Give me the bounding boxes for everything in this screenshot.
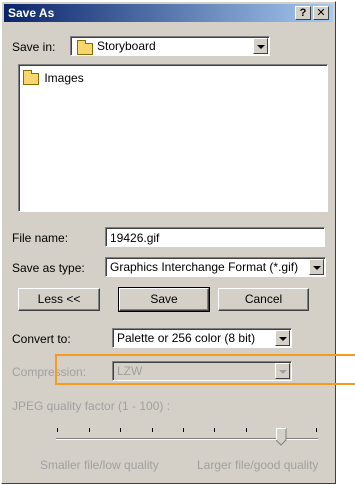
save-in-value: Storyboard: [97, 39, 156, 53]
cancel-button[interactable]: Cancel: [218, 288, 309, 311]
save-as-type-dropdown[interactable]: Graphics Interchange Format (*.gif): [105, 257, 326, 277]
slider-tick: [57, 428, 58, 432]
save-as-type-label: Save as type:: [12, 261, 85, 275]
convert-to-dropdown[interactable]: Palette or 256 color (8 bit): [112, 328, 292, 348]
file-name-label: File name:: [12, 231, 69, 245]
chevron-down-icon[interactable]: [253, 38, 268, 54]
file-list[interactable]: Images: [18, 64, 328, 212]
convert-to-label: Convert to:: [12, 332, 71, 346]
window-title: Save As: [8, 6, 55, 20]
list-item[interactable]: Images: [23, 69, 84, 85]
save-in-label: Save in:: [12, 40, 56, 54]
chevron-down-icon[interactable]: [309, 259, 324, 275]
slider-tick: [214, 428, 215, 432]
file-name-input[interactable]: 19426.gif: [105, 227, 325, 247]
list-item-label: Images: [44, 71, 84, 85]
slider-min-label: Smaller file/low quality: [40, 458, 159, 472]
save-button[interactable]: Save: [118, 287, 210, 312]
slider-thumb: [276, 428, 287, 446]
slider-max-label: Larger file/good quality: [197, 458, 319, 472]
chevron-down-icon[interactable]: [275, 330, 290, 346]
slider-tick: [246, 428, 247, 432]
save-as-type-value: Graphics Interchange Format (*.gif): [110, 260, 299, 274]
slider-tick: [152, 428, 153, 432]
save-as-dialog: Save As ? ✕ Save in: Storyboard Images F…: [1, 1, 336, 484]
slider-tick: [183, 428, 184, 432]
folder-icon: [77, 39, 93, 55]
annotation-highlight: [55, 354, 355, 385]
less-button[interactable]: Less <<: [18, 288, 100, 311]
jpeg-quality-label: JPEG quality factor (1 - 100) :: [12, 399, 171, 413]
file-name-value: 19426.gif: [110, 231, 160, 245]
help-button[interactable]: ?: [295, 6, 311, 20]
slider-tick: [120, 428, 121, 432]
slider-tick: [89, 428, 90, 432]
title-bar[interactable]: Save As ? ✕: [4, 4, 333, 22]
slider-tick: [316, 428, 317, 432]
close-button[interactable]: ✕: [313, 6, 329, 20]
folder-icon: [23, 69, 39, 85]
save-in-dropdown[interactable]: Storyboard: [70, 36, 270, 56]
convert-to-value: Palette or 256 color (8 bit): [117, 331, 256, 345]
